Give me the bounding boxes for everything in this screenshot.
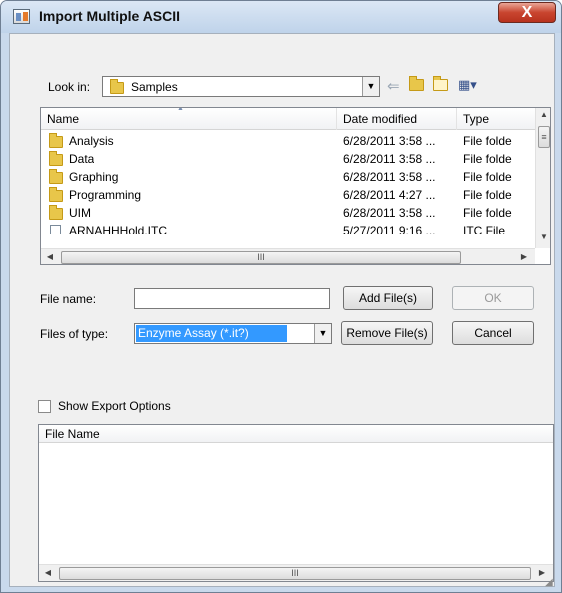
item-name: Programming bbox=[69, 188, 142, 202]
show-export-options-label[interactable]: Show Export Options bbox=[58, 399, 171, 413]
scroll-right-icon[interactable]: ▶ bbox=[535, 568, 549, 577]
look-in-value: Samples bbox=[131, 80, 178, 94]
back-arrow-icon[interactable]: ⇐ bbox=[387, 77, 400, 95]
view-menu-icon[interactable]: ▦▾ bbox=[458, 77, 477, 93]
look-in-label: Look in: bbox=[48, 80, 91, 94]
column-date-modified[interactable]: Date modified bbox=[337, 108, 457, 130]
file-name-input[interactable] bbox=[134, 288, 330, 309]
item-date: 6/28/2011 3:58 ... bbox=[343, 134, 436, 148]
column-file-name[interactable]: File Name bbox=[39, 425, 553, 443]
item-date: 6/28/2011 3:58 ... bbox=[343, 206, 436, 220]
scroll-up-icon[interactable]: ▲ bbox=[536, 110, 550, 119]
item-name: UIM bbox=[69, 206, 91, 220]
look-in-combo[interactable]: Samples ▼ bbox=[102, 76, 380, 97]
item-type: File folde bbox=[463, 170, 512, 184]
column-name[interactable]: Name bbox=[41, 108, 337, 130]
item-name: Analysis bbox=[69, 134, 114, 148]
dialog-window: Import Multiple ASCII X Look in: Samples… bbox=[0, 0, 562, 593]
folder-icon bbox=[49, 186, 63, 202]
item-name: ARNAHHHold.ITC bbox=[69, 224, 168, 234]
chevron-down-icon[interactable]: ▼ bbox=[362, 77, 379, 96]
list-item[interactable]: Analysis 6/28/2011 3:58 ... File folde bbox=[41, 132, 537, 150]
sort-arrow-icon: ▲ bbox=[177, 107, 184, 112]
item-type: File folde bbox=[463, 188, 512, 202]
scroll-down-icon[interactable]: ▼ bbox=[536, 232, 550, 241]
files-of-type-label: Files of type: bbox=[40, 327, 109, 341]
list-item[interactable]: UIM 6/28/2011 3:58 ... File folde bbox=[41, 204, 537, 222]
item-date: 6/28/2011 3:58 ... bbox=[343, 170, 436, 184]
item-date: 5/27/2011 9:16 ... bbox=[343, 224, 436, 234]
scroll-left-icon[interactable]: ◀ bbox=[43, 252, 57, 261]
file-list-header: Name ▲ Date modified Type bbox=[41, 108, 537, 130]
item-name: Graphing bbox=[69, 170, 119, 184]
selected-files-list[interactable]: File Name ◀ III ▶ bbox=[38, 424, 554, 582]
chevron-down-icon[interactable]: ▼ bbox=[314, 324, 331, 343]
scroll-left-icon[interactable]: ◀ bbox=[41, 568, 55, 577]
cancel-button[interactable]: Cancel bbox=[452, 321, 534, 345]
file-list-vscrollbar[interactable]: ▲ ≡ ▼ bbox=[535, 108, 550, 248]
folder-icon bbox=[49, 204, 63, 220]
add-files-button[interactable]: Add File(s) bbox=[343, 286, 433, 310]
file-name-label: File name: bbox=[40, 292, 97, 306]
item-type: File folde bbox=[463, 134, 512, 148]
list-item[interactable]: ARNAHHHold.ITC 5/27/2011 9:16 ... ITC Fi… bbox=[41, 222, 537, 234]
close-button[interactable]: X bbox=[498, 2, 556, 23]
hscroll-thumb[interactable]: III bbox=[59, 567, 531, 580]
up-folder-icon[interactable] bbox=[409, 76, 424, 93]
file-icon bbox=[50, 225, 61, 234]
item-name: Data bbox=[69, 152, 95, 166]
item-date: 6/28/2011 4:27 ... bbox=[343, 188, 436, 202]
list-item[interactable]: Graphing 6/28/2011 3:58 ... File folde bbox=[41, 168, 537, 186]
vscroll-thumb[interactable]: ≡ bbox=[538, 126, 550, 148]
title-bar[interactable]: Import Multiple ASCII X bbox=[1, 1, 561, 33]
selected-files-hscrollbar[interactable]: ◀ III ▶ bbox=[39, 564, 553, 581]
folder-icon bbox=[49, 168, 63, 184]
folder-icon bbox=[49, 132, 63, 148]
files-of-type-value: Enzyme Assay (*.it?) bbox=[136, 325, 287, 342]
selected-files-header: File Name bbox=[39, 425, 553, 443]
hscroll-thumb[interactable]: III bbox=[61, 251, 461, 264]
files-of-type-select[interactable]: Enzyme Assay (*.it?) ▼ bbox=[134, 323, 332, 344]
item-date: 6/28/2011 3:58 ... bbox=[343, 152, 436, 166]
window-title: Import Multiple ASCII bbox=[39, 8, 181, 24]
item-type: File folde bbox=[463, 152, 512, 166]
item-type: File folde bbox=[463, 206, 512, 220]
folder-icon bbox=[49, 150, 63, 166]
scroll-right-icon[interactable]: ▶ bbox=[517, 252, 531, 261]
item-type: ITC File bbox=[463, 224, 505, 234]
list-item[interactable]: Data 6/28/2011 3:58 ... File folde bbox=[41, 150, 537, 168]
column-type[interactable]: Type bbox=[457, 108, 537, 130]
resize-grip-icon[interactable]: ◢ bbox=[545, 577, 553, 588]
folder-icon bbox=[110, 79, 124, 94]
new-folder-icon[interactable] bbox=[433, 76, 448, 93]
app-icon bbox=[13, 9, 30, 24]
file-list[interactable]: Name ▲ Date modified Type Analysis 6/28/… bbox=[40, 107, 551, 265]
ok-button[interactable]: OK bbox=[452, 286, 534, 310]
show-export-options-checkbox[interactable] bbox=[38, 400, 51, 413]
dialog-body: Look in: Samples ▼ ⇐ ▦▾ Name ▲ Date modi… bbox=[9, 33, 555, 587]
list-item[interactable]: Programming 6/28/2011 4:27 ... File fold… bbox=[41, 186, 537, 204]
file-list-hscrollbar[interactable]: ◀ III ▶ bbox=[41, 248, 535, 264]
remove-files-button[interactable]: Remove File(s) bbox=[341, 321, 433, 345]
